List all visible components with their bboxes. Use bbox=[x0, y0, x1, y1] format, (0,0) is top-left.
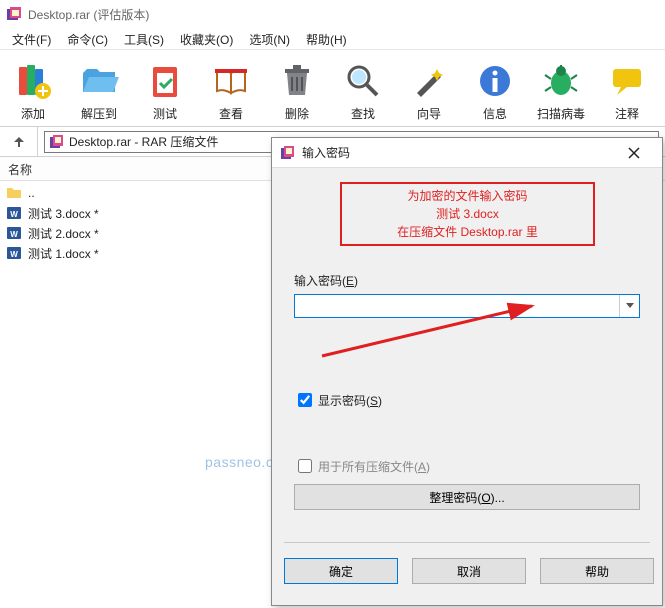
show-password-checkbox-row[interactable]: 显示密码(S) bbox=[294, 390, 382, 410]
annotation-arrow bbox=[282, 278, 542, 358]
prompt-line1: 为加密的文件输入密码 bbox=[407, 187, 527, 205]
cancel-button[interactable]: 取消 bbox=[412, 558, 526, 584]
books-icon bbox=[13, 61, 53, 101]
tool-view[interactable]: 查看 bbox=[198, 50, 264, 126]
bug-icon bbox=[541, 61, 581, 101]
manage-passwords-button[interactable]: 整理密码(O)... bbox=[294, 484, 640, 510]
docx-icon: W bbox=[6, 205, 22, 221]
apply-all-checkbox-row[interactable]: 用于所有压缩文件(A) bbox=[294, 456, 430, 476]
close-icon bbox=[628, 147, 640, 159]
ok-button[interactable]: 确定 bbox=[284, 558, 398, 584]
menu-tools[interactable]: 工具(S) bbox=[116, 28, 172, 49]
tool-wizard[interactable]: 向导 bbox=[396, 50, 462, 126]
tool-test[interactable]: 测试 bbox=[132, 50, 198, 126]
apply-all-label: 用于所有压缩文件(A) bbox=[318, 458, 430, 475]
menu-help[interactable]: 帮助(H) bbox=[298, 28, 355, 49]
show-password-label: 显示密码(S) bbox=[318, 392, 382, 409]
svg-text:W: W bbox=[10, 230, 18, 239]
search-icon bbox=[343, 61, 383, 101]
tool-scan[interactable]: 扫描病毒 bbox=[528, 50, 594, 126]
comment-icon bbox=[607, 61, 647, 101]
tool-info[interactable]: 信息 bbox=[462, 50, 528, 126]
password-input-wrapper bbox=[294, 294, 640, 318]
tool-add[interactable]: 添加 bbox=[0, 50, 66, 126]
help-button[interactable]: 帮助 bbox=[540, 558, 654, 584]
app-icon bbox=[6, 6, 22, 22]
tool-delete[interactable]: 删除 bbox=[264, 50, 330, 126]
menu-options[interactable]: 选项(N) bbox=[241, 28, 298, 49]
wand-icon bbox=[409, 61, 449, 101]
separator bbox=[284, 542, 650, 543]
info-icon bbox=[475, 61, 515, 101]
show-password-checkbox[interactable] bbox=[298, 393, 312, 407]
archive-icon bbox=[280, 145, 296, 161]
book-open-icon bbox=[211, 61, 251, 101]
window-title: Desktop.rar (评估版本) bbox=[28, 6, 149, 23]
docx-icon: W bbox=[6, 245, 22, 261]
menu-command[interactable]: 命令(C) bbox=[59, 28, 116, 49]
column-name[interactable]: 名称 bbox=[0, 157, 40, 180]
prompt-box: 为加密的文件输入密码 测试 3.docx 在压缩文件 Desktop.rar 里 bbox=[340, 182, 595, 246]
password-dropdown-button[interactable] bbox=[619, 295, 639, 317]
chevron-down-icon bbox=[626, 303, 634, 309]
apply-all-checkbox[interactable] bbox=[298, 459, 312, 473]
password-label: 输入密码(E) bbox=[294, 272, 358, 289]
tool-comment[interactable]: 注释 bbox=[594, 50, 660, 126]
clipboard-check-icon bbox=[145, 61, 185, 101]
svg-text:W: W bbox=[10, 250, 18, 259]
up-button[interactable] bbox=[0, 127, 38, 157]
address-text: Desktop.rar - RAR 压缩文件 bbox=[69, 133, 218, 150]
dialog-title: 输入密码 bbox=[302, 144, 350, 161]
prompt-line3: 在压缩文件 Desktop.rar 里 bbox=[397, 223, 538, 241]
tool-extract[interactable]: 解压到 bbox=[66, 50, 132, 126]
folder-open-icon bbox=[79, 61, 119, 101]
svg-text:W: W bbox=[10, 210, 18, 219]
folder-icon bbox=[6, 185, 22, 201]
archive-icon bbox=[49, 134, 65, 150]
prompt-line2: 测试 3.docx bbox=[436, 205, 499, 223]
password-dialog: 输入密码 为加密的文件输入密码 测试 3.docx 在压缩文件 Desktop.… bbox=[271, 137, 663, 606]
close-button[interactable] bbox=[614, 140, 654, 166]
password-input[interactable] bbox=[295, 295, 619, 317]
up-arrow-icon bbox=[11, 134, 27, 150]
docx-icon: W bbox=[6, 225, 22, 241]
trash-icon bbox=[277, 61, 317, 101]
tool-find[interactable]: 查找 bbox=[330, 50, 396, 126]
menu-favorites[interactable]: 收藏夹(O) bbox=[172, 28, 241, 49]
menu-file[interactable]: 文件(F) bbox=[4, 28, 59, 49]
